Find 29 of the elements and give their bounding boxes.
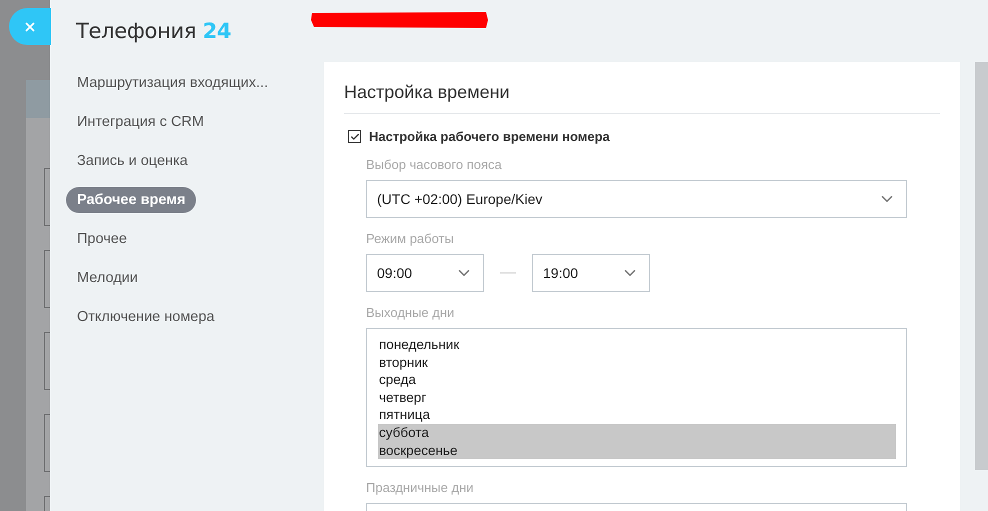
list-option[interactable]: четверг — [378, 388, 896, 406]
list-option[interactable]: воскресенье — [378, 442, 896, 460]
field-label: Праздничные дни — [366, 480, 475, 495]
time-select[interactable]: 19:00 — [532, 254, 650, 292]
close-button[interactable] — [9, 8, 51, 45]
timezone-select[interactable]: (UTC +02:00) Europe/Kiev — [366, 180, 907, 218]
field-label: Выбор часового пояса — [366, 157, 503, 172]
list-option[interactable]: суббота — [378, 424, 896, 442]
sidebar-item[interactable]: Отключение номера — [66, 304, 226, 330]
checkbox[interactable] — [348, 130, 361, 143]
field-label: Выходные дни — [366, 305, 456, 320]
sidebar-item[interactable]: Запись и оценка — [66, 148, 199, 174]
close-icon — [23, 20, 37, 34]
sidebar-item[interactable]: Прочее — [66, 226, 138, 252]
list-option[interactable]: вторник — [378, 354, 896, 372]
sidebar-item[interactable]: Маршрутизация входящих... — [66, 70, 280, 96]
checkbox-label: Настройка рабочего времени номера — [369, 129, 610, 144]
range-dash: — — [500, 264, 516, 282]
list-option[interactable]: среда — [378, 371, 896, 389]
section-title: Настройка времени — [344, 82, 940, 114]
time-select[interactable]: 09:00 — [366, 254, 484, 292]
weekday-listbox[interactable]: понедельник вторник среда четверг пятница суббота воскресенье — [366, 328, 907, 467]
sidebar-item[interactable]: Мелодии — [66, 265, 149, 291]
panel-title: Телефония 24 — [76, 19, 232, 43]
sidebar-item[interactable]: Рабочее время — [66, 187, 196, 213]
field-label: Режим работы — [366, 231, 455, 246]
list-option[interactable]: понедельник — [378, 336, 896, 354]
list-option[interactable]: пятница — [378, 406, 896, 424]
sidebar-item[interactable]: Интеграция с CRM — [66, 109, 215, 135]
